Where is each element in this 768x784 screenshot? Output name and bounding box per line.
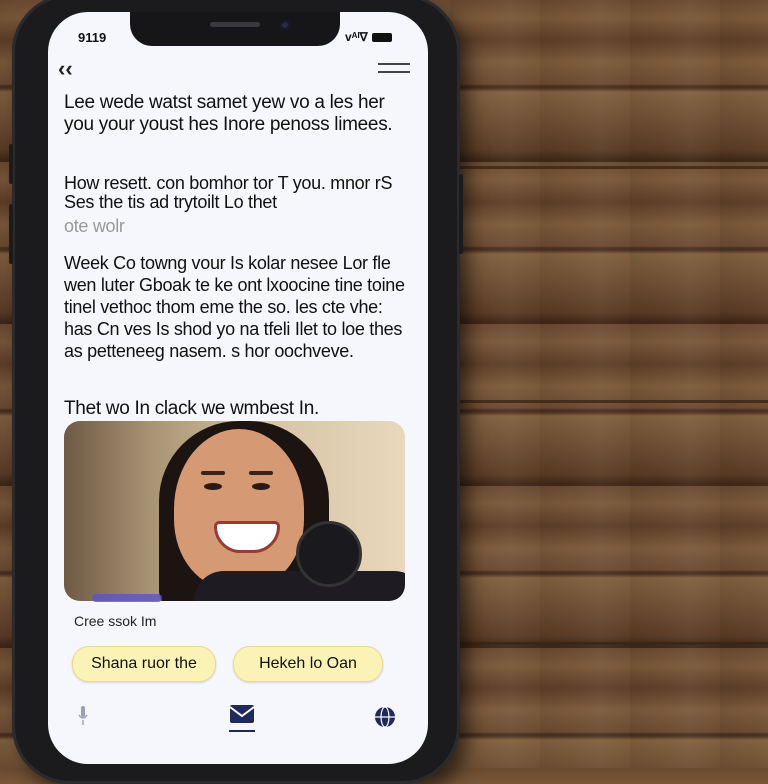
back-icon[interactable]: ‹‹ — [58, 56, 73, 82]
help-button[interactable]: Hekeh lo Oan — [233, 646, 383, 682]
battery-icon — [371, 32, 392, 42]
shirt — [194, 571, 405, 601]
inbox-icon[interactable] — [229, 703, 255, 733]
thumbnail-caption: Cree ssok Im — [74, 613, 157, 629]
speaker — [210, 22, 260, 27]
volume-button — [9, 144, 13, 184]
message-paragraph-faint: ote wolr — [64, 216, 125, 236]
video-thumbnail[interactable] — [64, 421, 405, 601]
microphone-icon[interactable] — [78, 706, 88, 726]
message-paragraph: Week Co towng vour Is kolar nesee Lor fl… — [64, 253, 405, 361]
share-button[interactable]: Shana ruor the — [72, 646, 216, 682]
eyebrow — [249, 471, 273, 475]
plank-seam — [460, 642, 768, 645]
eyebrow — [201, 471, 225, 475]
progress-accent — [92, 594, 162, 602]
status-icons: ᴠᴬᴵ∇ — [345, 30, 392, 44]
eye — [204, 483, 222, 490]
person-face — [174, 429, 304, 589]
plank-seam — [460, 400, 768, 403]
message-paragraph: How resett. con bomhor tor T you. mnor r… — [64, 173, 393, 212]
headset — [296, 521, 362, 587]
message-paragraph: Lee wede watst samet yew vo a les her yo… — [64, 92, 393, 135]
power-button — [459, 174, 463, 254]
message-paragraph: Thet wo In clack we wmbest In. — [64, 398, 319, 419]
globe-icon[interactable] — [374, 706, 396, 728]
status-time: 9119 — [78, 30, 107, 45]
volume-button — [9, 204, 13, 264]
notch — [130, 12, 340, 46]
front-camera — [280, 20, 290, 30]
signal-icon: ᴠᴬᴵ∇ — [345, 30, 368, 44]
plank-seam — [460, 166, 768, 169]
eye — [252, 483, 270, 490]
menu-icon[interactable] — [378, 63, 410, 79]
